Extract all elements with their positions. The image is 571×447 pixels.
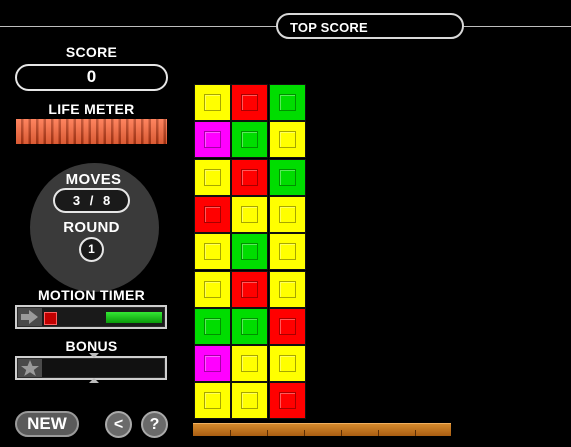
tile-yellow[interactable] [231,382,268,419]
floor-tick [378,430,379,436]
floor-tick [415,430,416,436]
bonus-track [42,359,164,377]
tile-inner-square [279,355,296,372]
tile-red[interactable] [231,271,268,308]
tile-inner-square [241,206,258,223]
tile-yellow[interactable] [231,196,268,233]
score-value: 0 [15,64,168,91]
tile-yellow[interactable] [269,121,306,158]
back-button[interactable]: < [105,411,132,438]
motion-timer-elapsed [44,312,57,325]
tile-inner-square [241,355,258,372]
tile-yellow[interactable] [269,345,306,382]
tile-green[interactable] [231,308,268,345]
tile-inner-square [241,94,258,111]
tile-green[interactable] [269,84,306,121]
tile-inner-square [241,392,258,409]
tile-red[interactable] [269,308,306,345]
tile-yellow[interactable] [269,233,306,270]
motion-timer-bar [15,305,167,329]
tile-red[interactable] [269,382,306,419]
tile-red[interactable] [231,84,268,121]
tile-inner-square [204,355,221,372]
bonus-marker-icon [89,353,99,383]
floor-tick [267,430,268,436]
tile-yellow[interactable] [269,196,306,233]
tile-inner-square [204,131,221,148]
board-floor [193,423,451,436]
top-score-panel: TOP SCORE [276,13,464,39]
moves-counter: 3 / 8 [53,188,130,213]
top-score-label: TOP SCORE [290,20,368,35]
tile-inner-square [204,169,221,186]
tile-inner-square [241,131,258,148]
moves-current: 3 [72,193,81,208]
tile-inner-square [279,131,296,148]
new-game-button[interactable]: NEW [15,411,79,437]
tile-inner-square [204,206,221,223]
tile-magenta[interactable] [194,121,231,158]
tile-inner-square [241,243,258,260]
life-meter-bar [16,119,167,144]
tile-inner-square [204,243,221,260]
score-label: SCORE [65,44,118,60]
round-label: ROUND [63,219,120,236]
moves-separator: / [89,193,94,208]
moves-label: MOVES [65,171,122,188]
round-value: 1 [79,237,104,262]
tile-inner-square [204,392,221,409]
tile-yellow[interactable] [194,159,231,196]
bonus-bar [15,353,167,383]
tile-inner-square [204,94,221,111]
tile-red[interactable] [231,159,268,196]
tile-yellow[interactable] [269,271,306,308]
tile-inner-square [241,281,258,298]
tile-inner-square [279,392,296,409]
tile-inner-square [204,281,221,298]
star-icon [18,359,42,377]
tile-green[interactable] [194,308,231,345]
tile-yellow[interactable] [194,382,231,419]
tile-inner-square [279,318,296,335]
tile-yellow[interactable] [194,271,231,308]
tile-inner-square [279,243,296,260]
tile-green[interactable] [231,233,268,270]
arrow-right-icon [18,308,42,326]
moves-total: 8 [102,193,111,208]
bonus-label: BONUS [65,338,118,354]
floor-tick [341,430,342,436]
tile-inner-square [241,318,258,335]
tile-yellow[interactable] [194,84,231,121]
floor-tick [230,430,231,436]
tile-magenta[interactable] [194,345,231,382]
life-meter-label: LIFE METER [48,101,135,117]
tile-yellow[interactable] [231,345,268,382]
tile-inner-square [204,318,221,335]
motion-timer-label: MOTION TIMER [37,287,146,303]
tile-red[interactable] [194,196,231,233]
tile-inner-square [279,169,296,186]
tile-inner-square [279,281,296,298]
floor-tick [304,430,305,436]
tile-inner-square [279,206,296,223]
motion-timer-remaining [106,312,162,323]
tile-yellow[interactable] [194,233,231,270]
help-button[interactable]: ? [141,411,168,438]
tile-green[interactable] [231,121,268,158]
tile-inner-square [241,169,258,186]
tile-green[interactable] [269,159,306,196]
tile-inner-square [279,94,296,111]
